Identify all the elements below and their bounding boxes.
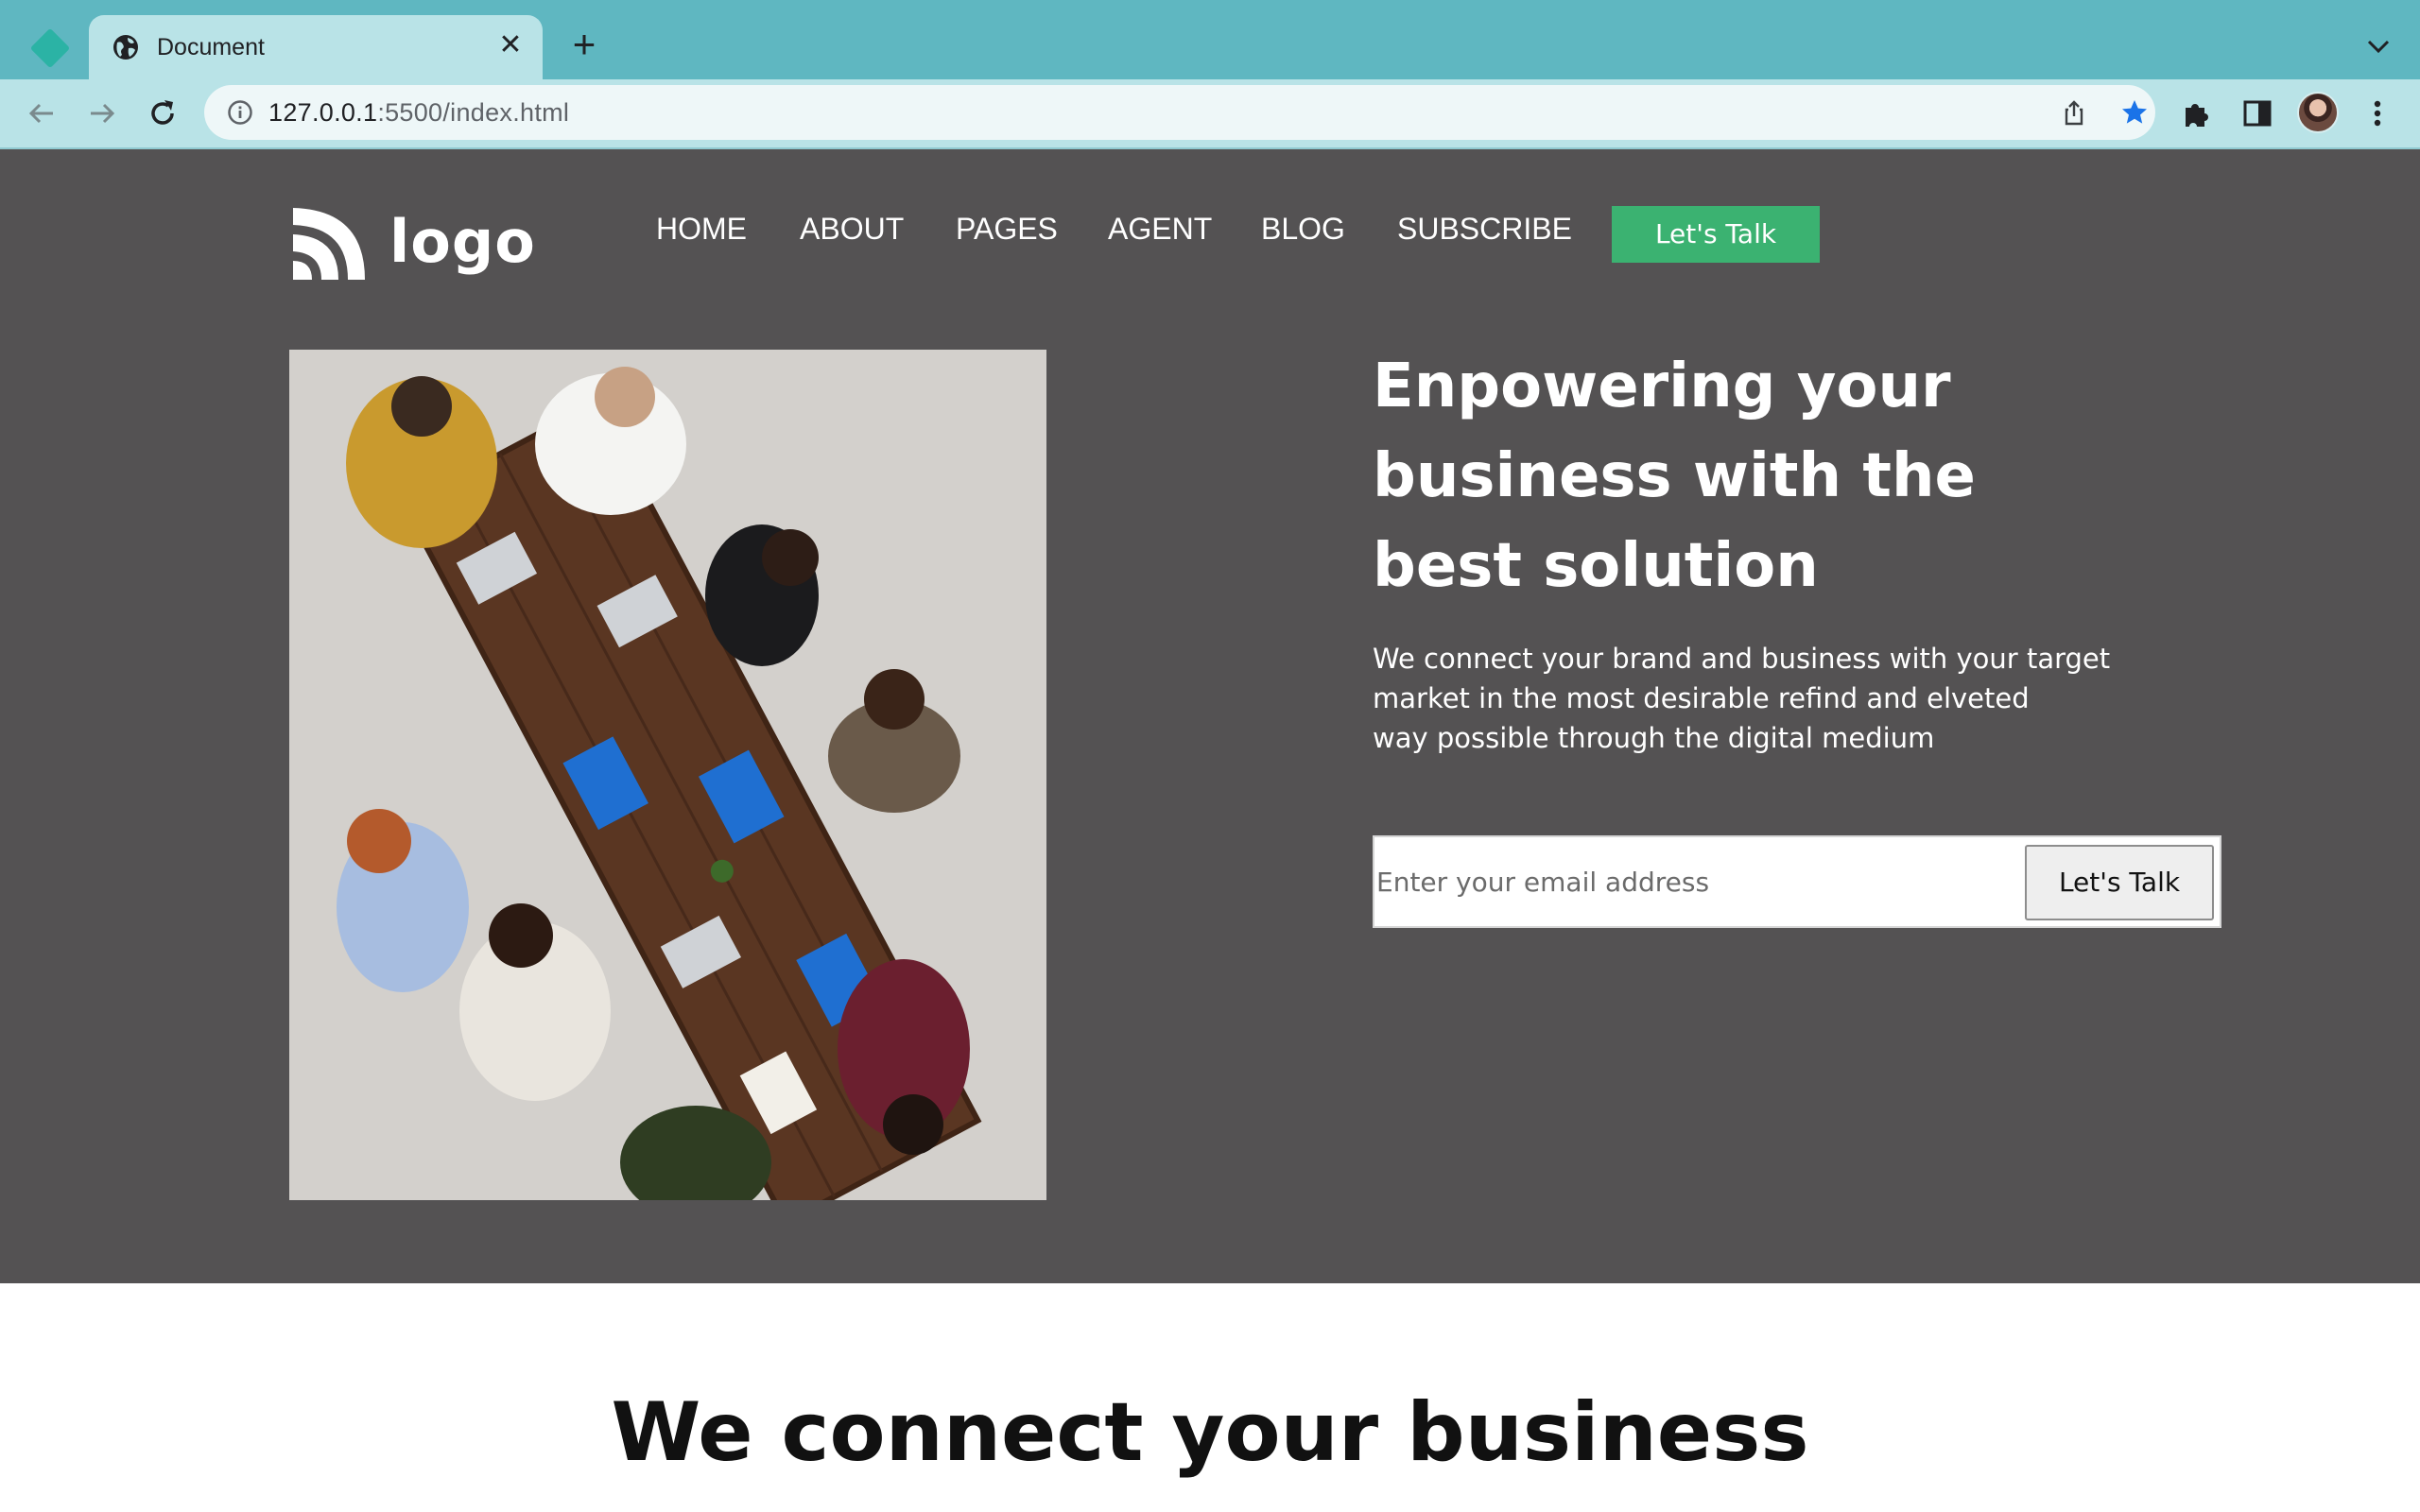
- hero-description-line: We connect your brand and business with …: [1373, 643, 2111, 675]
- hero-description-line: market in the most desirable refind and …: [1373, 682, 2030, 714]
- tab-close-icon[interactable]: ✕: [493, 28, 527, 62]
- reload-icon[interactable]: [144, 94, 182, 132]
- new-tab-plus-icon[interactable]: +: [565, 25, 603, 64]
- url-host: 127.0.0.1: [268, 98, 378, 127]
- globe-icon: [113, 35, 138, 60]
- extension-diamond-icon[interactable]: [29, 27, 71, 69]
- nav-link-subscribe[interactable]: SUBSCRIBE: [1397, 210, 1572, 248]
- hero-headline-line: Enpowering your: [1373, 352, 1951, 421]
- nav-link-pages[interactable]: PAGES: [956, 210, 1058, 248]
- email-input[interactable]: [1376, 856, 2000, 907]
- site-info-icon[interactable]: [227, 99, 253, 126]
- profile-avatar[interactable]: [2297, 92, 2339, 133]
- back-arrow-icon[interactable]: [23, 94, 60, 132]
- hero-headline: Enpowering your business with the best s…: [1373, 342, 2034, 611]
- hero-description: We connect your brand and business with …: [1373, 639, 2129, 758]
- tab-search-chevron-icon[interactable]: [2360, 30, 2397, 64]
- nav-link-home[interactable]: HOME: [656, 210, 747, 248]
- team-meeting-photo: [289, 350, 1046, 1200]
- bookmark-star-icon[interactable]: [2119, 97, 2150, 128]
- logo-text: logo: [389, 207, 536, 276]
- logo-wifi-icon: [293, 208, 365, 280]
- browser-tab[interactable]: Document ✕: [89, 15, 543, 79]
- hero-headline-line: best solution: [1373, 531, 1819, 601]
- nav-lets-talk-button[interactable]: Let's Talk: [1612, 206, 1820, 263]
- hero-description-line: way possible through the digital medium: [1373, 722, 1935, 754]
- nav-link-agent[interactable]: AGENT: [1108, 210, 1212, 248]
- url-path: :5500/index.html: [377, 98, 570, 127]
- form-lets-talk-button[interactable]: Let's Talk: [2025, 845, 2214, 920]
- site-logo[interactable]: logo: [289, 204, 535, 284]
- address-bar[interactable]: 127.0.0.1:5500/index.html: [204, 85, 2155, 140]
- side-panel-icon[interactable]: [2240, 96, 2274, 130]
- email-signup-form: Let's Talk: [1373, 835, 2221, 928]
- url-text: 127.0.0.1:5500/index.html: [268, 97, 569, 128]
- share-icon[interactable]: [2059, 97, 2089, 128]
- section-title: We connect your business: [611, 1385, 1809, 1480]
- more-menu-icon[interactable]: [2363, 94, 2392, 132]
- browser-tab-strip: Document ✕ +: [0, 0, 2420, 79]
- hero-headline-line: business with the: [1373, 441, 1976, 511]
- nav-link-about[interactable]: ABOUT: [800, 210, 904, 248]
- tab-title: Document: [157, 34, 265, 60]
- extensions-puzzle-icon[interactable]: [2180, 96, 2214, 130]
- nav-link-blog[interactable]: BLOG: [1261, 210, 1345, 248]
- forward-arrow-icon[interactable]: [83, 94, 121, 132]
